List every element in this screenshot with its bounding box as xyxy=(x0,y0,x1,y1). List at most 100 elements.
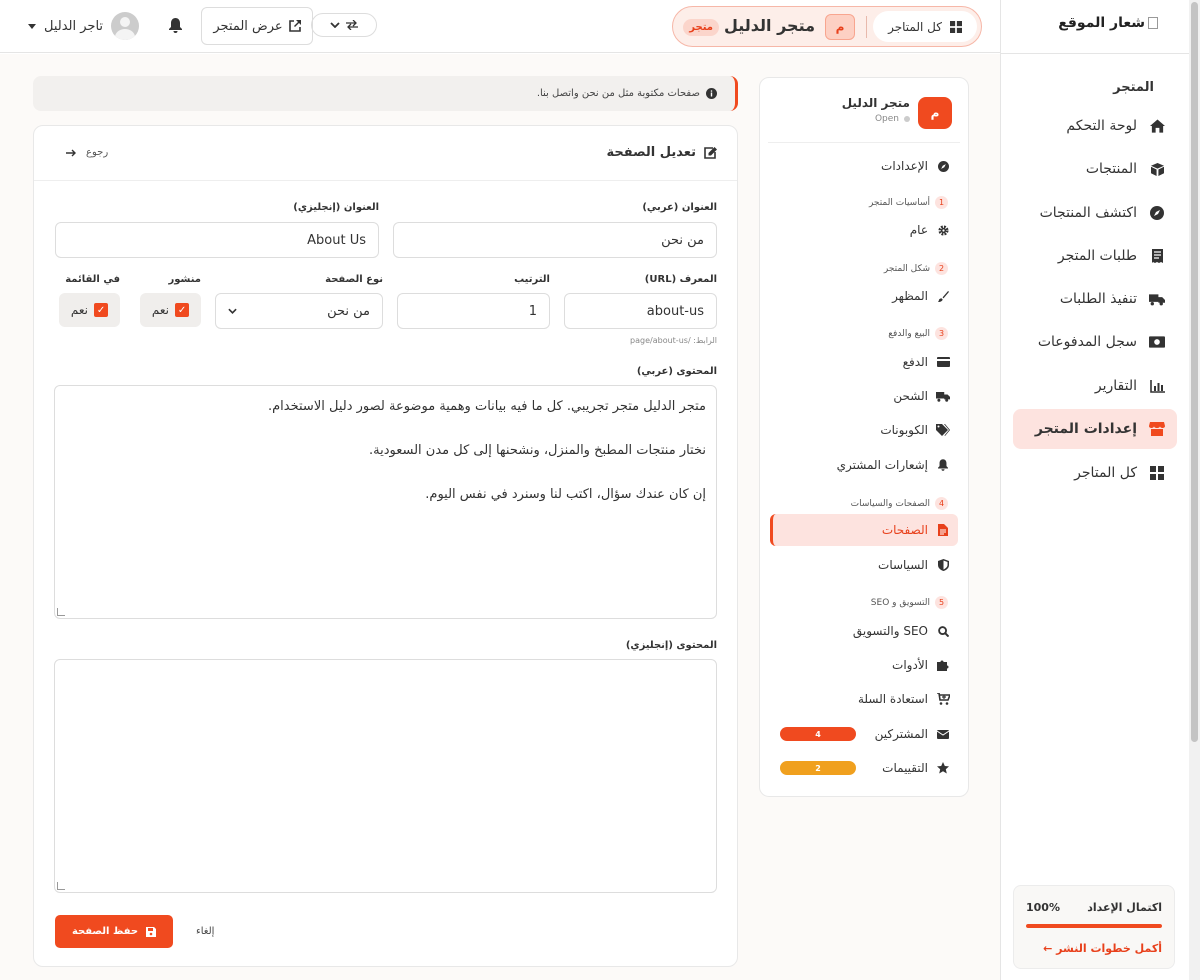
notifications-bell-icon[interactable] xyxy=(166,18,182,34)
nav-item-payment[interactable]: الدفع xyxy=(770,346,958,378)
store-name: متجر الدليل xyxy=(841,96,910,110)
sidebar: شعار الموقع المتجر لوحة التحكم المنتجات … xyxy=(1000,0,1200,980)
published-checkbox[interactable]: ✓ نعم xyxy=(139,293,201,327)
swap-icon xyxy=(346,20,358,30)
nav-item-label: الصفحات xyxy=(881,523,928,537)
slug-label: المعرف (URL) xyxy=(644,274,717,285)
compass-icon xyxy=(936,159,950,173)
cancel-button[interactable]: إلغاء xyxy=(196,926,214,937)
nav-group-marketing: 5 التسويق و SEO xyxy=(871,596,948,609)
store-icon xyxy=(1149,421,1165,437)
in-menu-checkbox[interactable]: ✓ نعم xyxy=(58,293,120,327)
current-store-pill: كل المتاجر م متجر الدليل متجر xyxy=(672,6,982,47)
caret-down-icon xyxy=(28,23,36,29)
home-icon xyxy=(1149,118,1165,134)
title-ar-input[interactable]: من نحن xyxy=(393,222,717,258)
nav-item-cart-recovery[interactable]: استعادة السلة xyxy=(770,683,958,715)
save-page-button[interactable]: حفظ الصفحة xyxy=(55,915,173,948)
content-ar-textarea[interactable]: متجر الدليل متجر تجريبي. كل ما فيه بيانا… xyxy=(54,385,717,619)
current-store-name: متجر الدليل xyxy=(723,16,815,35)
sidebar-item-label: طلبات المتجر xyxy=(1057,248,1137,264)
brush-icon xyxy=(936,289,950,303)
nav-item-label: السياسات xyxy=(878,558,928,572)
nav-item-buyer-notifications[interactable]: إشعارات المشتري xyxy=(770,449,958,481)
save-icon xyxy=(146,926,157,937)
scrollbar-thumb[interactable] xyxy=(1191,2,1198,742)
group-title: شكل المتجر xyxy=(883,263,930,274)
top-bar: كل المتاجر م متجر الدليل متجر عرض المتجر… xyxy=(0,0,1000,53)
sidebar-item-dashboard[interactable]: لوحة التحكم xyxy=(1013,106,1177,146)
slug-input[interactable]: about-us xyxy=(564,293,717,329)
compass-icon xyxy=(1149,205,1165,221)
sidebar-item-store-settings[interactable]: إعدادات المتجر xyxy=(1013,409,1177,449)
subscribers-count-badge: 4 xyxy=(780,727,856,741)
envelope-icon xyxy=(936,727,950,741)
setup-progress-percent: 100% xyxy=(1026,901,1060,914)
sidebar-item-reports[interactable]: التقارير xyxy=(1013,366,1177,406)
content-en-textarea[interactable] xyxy=(54,659,717,893)
chevron-down-icon xyxy=(228,308,237,314)
nav-item-pages[interactable]: الصفحات xyxy=(770,514,958,546)
page-scrollbar[interactable] xyxy=(1189,0,1200,980)
group-title: أساسيات المتجر xyxy=(868,197,930,208)
back-link[interactable]: رجوع xyxy=(66,147,108,158)
sidebar-item-orders[interactable]: طلبات المتجر xyxy=(1013,236,1177,276)
nav-item-coupons[interactable]: الكوبونات xyxy=(770,414,958,446)
sidebar-item-payments-log[interactable]: سجل المدفوعات xyxy=(1013,322,1177,362)
arrow-right-icon xyxy=(66,149,76,157)
store-status: Open xyxy=(875,114,910,124)
edit-page-card: تعديل الصفحة رجوع العنوان (عربي) من نحن … xyxy=(33,125,738,967)
info-notice: صفحات مكتوبة مثل من نحن واتصل بنا. xyxy=(33,76,738,111)
resize-handle[interactable] xyxy=(57,882,65,890)
site-logo[interactable]: شعار الموقع xyxy=(1058,15,1158,31)
truck-icon xyxy=(936,389,950,403)
info-icon xyxy=(706,88,717,99)
store-switcher-dropdown[interactable] xyxy=(311,13,377,37)
grid-icon xyxy=(1149,465,1165,481)
group-number: 1 xyxy=(935,196,948,209)
published-value: نعم xyxy=(151,303,169,317)
view-store-button[interactable]: عرض المتجر xyxy=(201,7,313,45)
nav-item-label: الإعدادات xyxy=(881,159,928,173)
user-name: تاجر الدليل xyxy=(44,18,104,34)
file-icon xyxy=(936,523,950,537)
slug-hint: الرابط: /page/about-us xyxy=(630,336,717,345)
title-en-input[interactable]: About Us xyxy=(55,222,379,258)
content-ar-label: المحتوى (عربي) xyxy=(636,366,717,377)
nav-item-settings[interactable]: الإعدادات xyxy=(770,150,958,182)
content-paragraph: إن كان عندك سؤال، اكتب لنا وسنرد في نفس … xyxy=(425,487,706,502)
nav-item-seo[interactable]: SEO والتسويق xyxy=(770,615,958,647)
checkmark-icon: ✓ xyxy=(94,303,108,317)
sidebar-item-label: إعدادات المتجر xyxy=(1034,421,1137,437)
nav-item-general[interactable]: عام xyxy=(770,214,958,246)
sidebar-section-title: المتجر xyxy=(1113,80,1154,95)
order-input[interactable]: 1 xyxy=(397,293,550,329)
nav-item-shipping[interactable]: الشحن xyxy=(770,380,958,412)
complete-publish-steps-link[interactable]: أكمل خطوات النشر ← xyxy=(1043,942,1162,955)
nav-group-look: 2 شكل المتجر xyxy=(884,262,948,275)
published-label: منشور xyxy=(168,274,201,285)
shield-icon xyxy=(936,558,950,572)
status-label: Open xyxy=(874,114,899,124)
content-paragraph: نختار منتجات المطبخ والمنزل، ونشحنها إلى… xyxy=(368,443,706,458)
nav-item-tools[interactable]: الأدوات xyxy=(770,649,958,681)
resize-handle[interactable] xyxy=(57,608,65,616)
sidebar-item-discover[interactable]: اكتشف المنتجات xyxy=(1013,193,1177,233)
page-type-label: نوع الصفحة xyxy=(325,274,383,285)
title-en-label: العنوان (إنجليزي) xyxy=(293,202,379,213)
nav-item-label: الدفع xyxy=(902,355,928,369)
sidebar-item-all-stores[interactable]: كل المتاجر xyxy=(1013,453,1177,493)
sidebar-item-fulfillment[interactable]: تنفيذ الطلبات xyxy=(1013,279,1177,319)
nav-item-label: استعادة السلة xyxy=(857,692,928,706)
all-stores-button[interactable]: كل المتاجر xyxy=(873,11,977,42)
nav-item-appearance[interactable]: المظهر xyxy=(770,280,958,312)
chart-icon xyxy=(1149,378,1165,394)
nav-item-label: الأدوات xyxy=(892,658,928,672)
sidebar-item-label: سجل المدفوعات xyxy=(1037,334,1137,350)
user-menu[interactable]: تاجر الدليل xyxy=(28,12,140,40)
sidebar-item-label: التقارير xyxy=(1094,378,1137,394)
nav-item-policies[interactable]: السياسات xyxy=(770,549,958,581)
setup-progress-card: اكتمال الإعداد 100% أكمل خطوات النشر ← xyxy=(1013,885,1175,969)
page-type-select[interactable]: من نحن xyxy=(215,293,383,329)
sidebar-item-products[interactable]: المنتجات xyxy=(1013,149,1177,189)
